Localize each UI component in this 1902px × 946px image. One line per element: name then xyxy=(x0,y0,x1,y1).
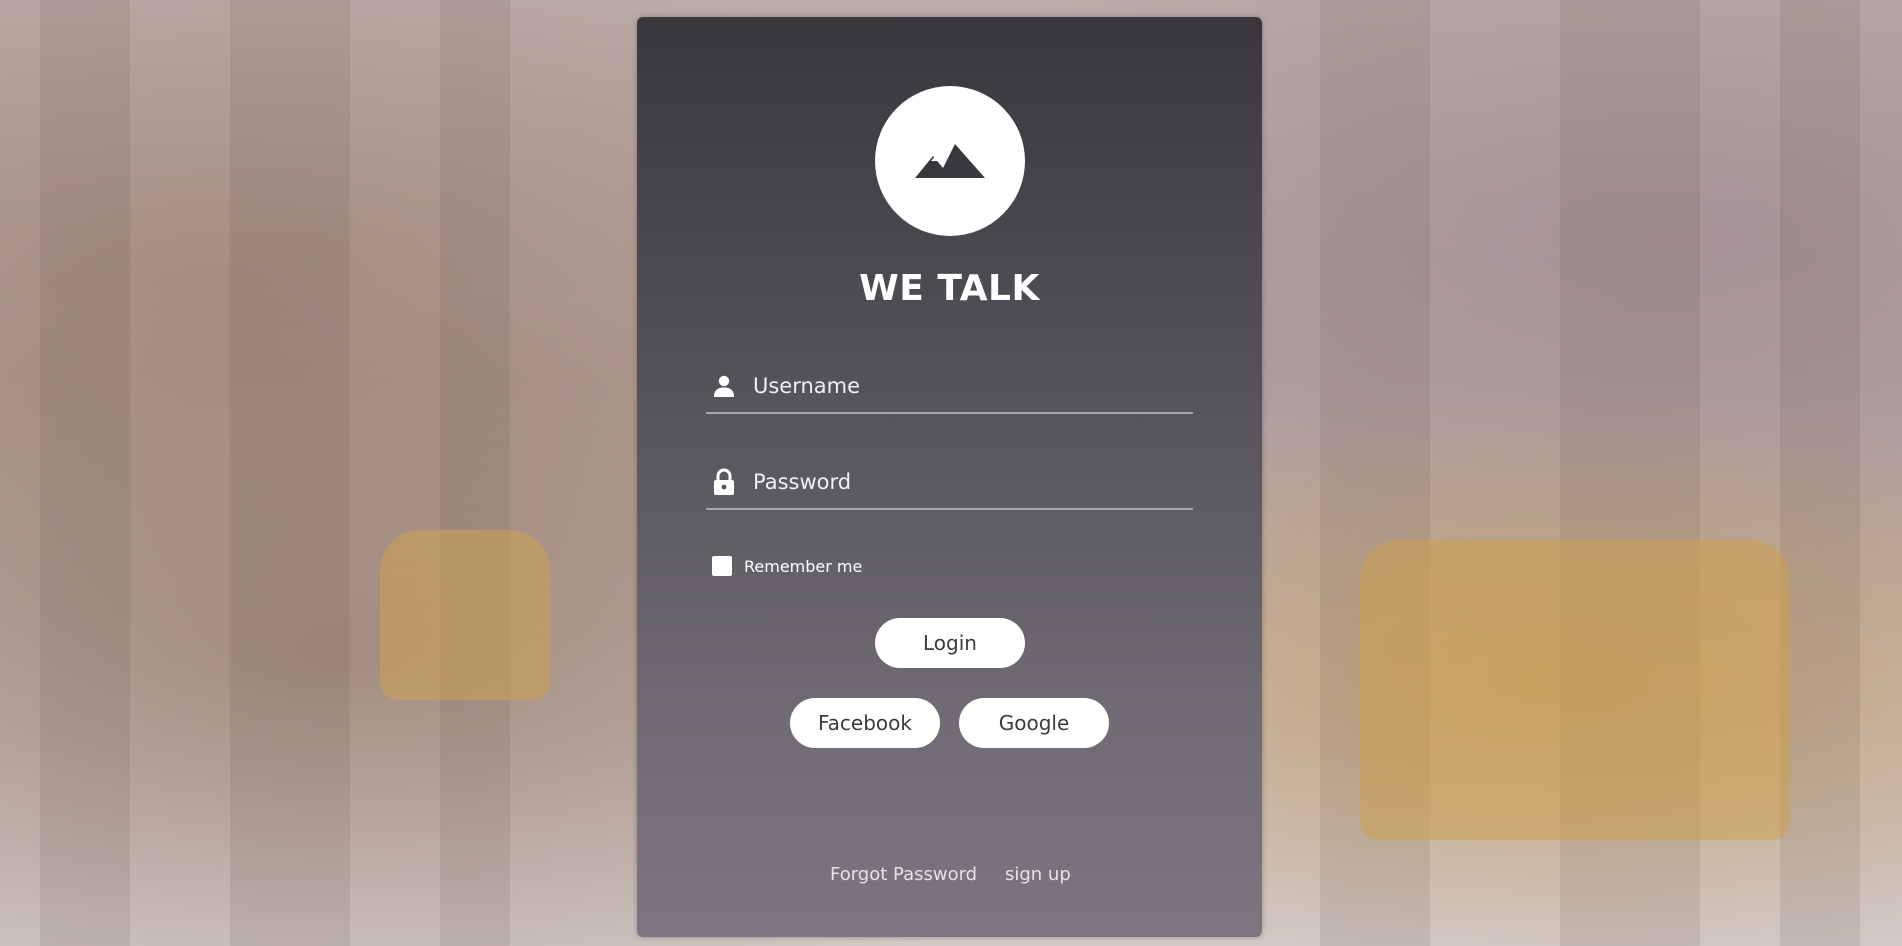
app-title: WE TALK xyxy=(859,268,1040,309)
background-taxi xyxy=(380,530,550,700)
background-building xyxy=(440,0,510,946)
remember-me-label: Remember me xyxy=(744,556,863,576)
google-button[interactable]: Google xyxy=(959,698,1109,748)
password-input[interactable] xyxy=(753,464,1183,500)
app-logo xyxy=(875,86,1025,236)
lock-icon xyxy=(710,468,738,496)
login-button[interactable]: Login xyxy=(875,618,1025,668)
background-taxi xyxy=(1360,540,1790,840)
user-icon xyxy=(710,372,738,400)
sign-up-link[interactable]: sign up xyxy=(1005,864,1071,885)
password-field xyxy=(706,456,1193,510)
background-building xyxy=(230,0,350,946)
forgot-password-link[interactable]: Forgot Password xyxy=(830,864,977,885)
username-field xyxy=(706,360,1193,414)
facebook-button[interactable]: Facebook xyxy=(790,698,940,748)
mountain-icon xyxy=(915,144,985,178)
background-building xyxy=(1780,0,1860,946)
remember-me[interactable]: Remember me xyxy=(712,555,862,577)
remember-me-checkbox[interactable] xyxy=(712,556,732,576)
username-input[interactable] xyxy=(753,368,1183,404)
background-building xyxy=(40,0,130,946)
